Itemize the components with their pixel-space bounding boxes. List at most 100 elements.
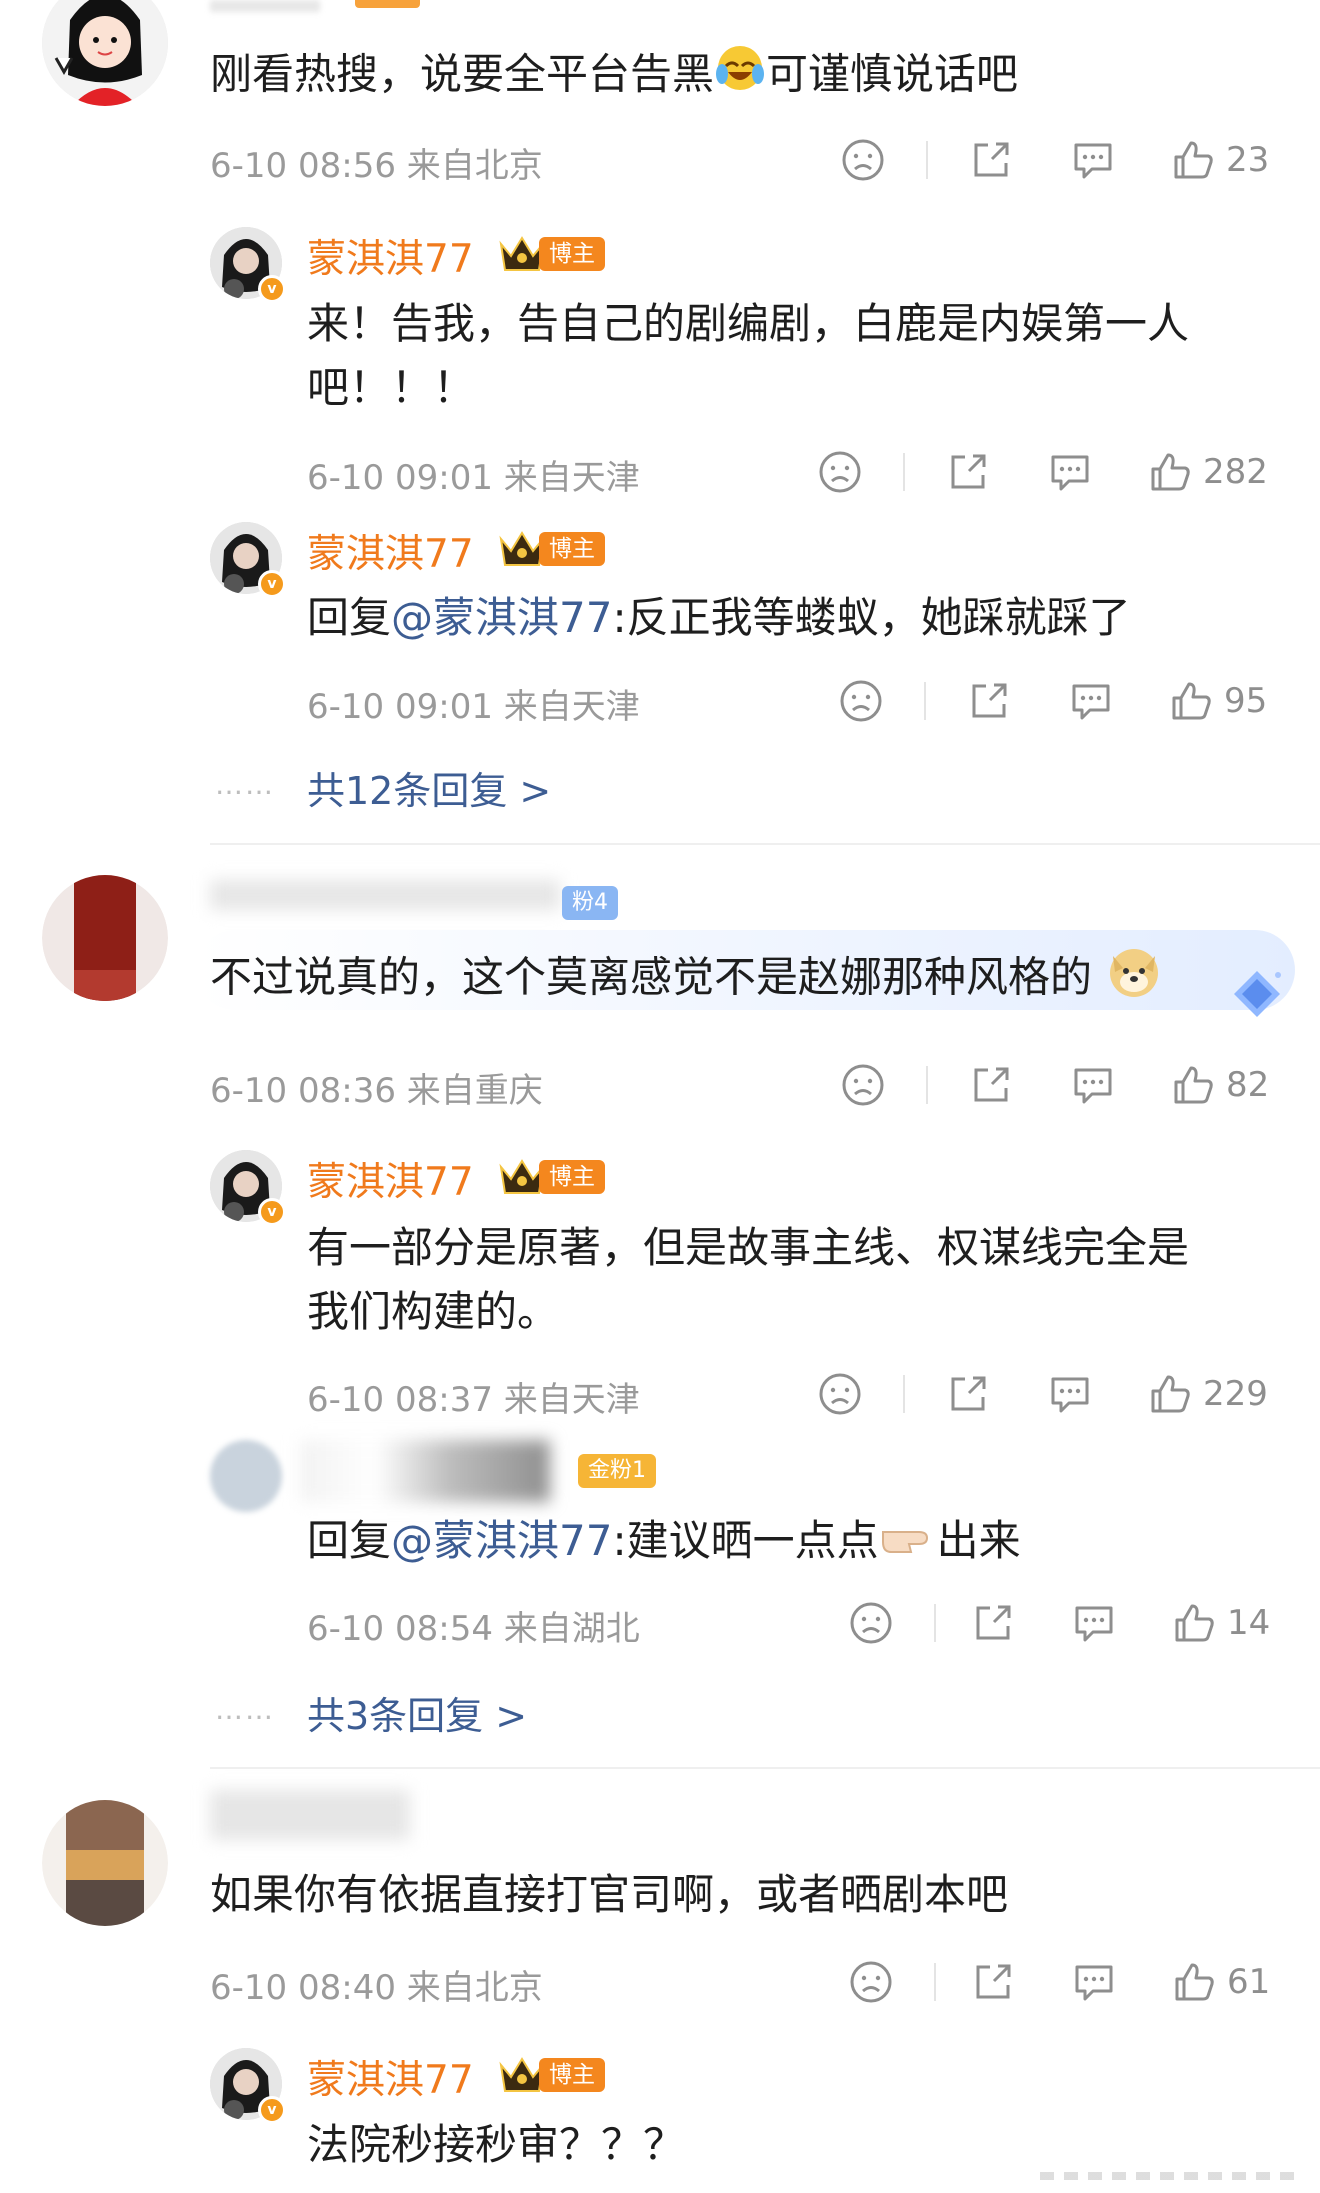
reply-text: 有一部分是原著，但是故事主线、权谋线完全是 我们构建的。 <box>307 1216 1189 1344</box>
reply-prefix: 回复 <box>307 593 392 642</box>
comment-time: 6-10 08:40 <box>210 1968 396 2008</box>
view-more-replies-link[interactable]: 共3条回复 > <box>307 1685 527 1740</box>
dislike-button[interactable] <box>848 1595 894 1651</box>
divider <box>924 682 926 720</box>
comment-text-part: 如果你有依据直接打官司啊，或者晒剧本吧 <box>210 1870 1009 1919</box>
like-button[interactable]: 82 <box>1170 1057 1269 1113</box>
like-button[interactable]: 14 <box>1171 1595 1270 1651</box>
reply-location: 来自天津 <box>503 458 640 498</box>
reply-username[interactable]: 蒙淇淇77 <box>307 2049 474 2105</box>
watermark <box>1040 2172 1300 2180</box>
dislike-button[interactable] <box>840 132 886 188</box>
avatar[interactable] <box>42 1800 168 1926</box>
reply-meta: 6-10 08:54 来自湖北 <box>307 1601 640 1650</box>
mention-link[interactable]: @蒙淇淇77 <box>391 1516 612 1565</box>
comment-text: 不过说真的，这个莫离感觉不是赵娜那种风格的 <box>210 942 1163 1018</box>
like-count: 282 <box>1203 452 1268 492</box>
reply-actions: 95 <box>828 673 1280 729</box>
comment-icon <box>1051 455 1089 491</box>
like-button[interactable]: 229 <box>1147 1366 1268 1422</box>
like-icon <box>1172 682 1211 720</box>
comment-icon <box>1075 1606 1113 1642</box>
share-icon <box>974 142 1009 177</box>
comment-actions: 61 <box>838 1954 1280 2010</box>
blogger-badge: 博主 <box>539 237 605 271</box>
divider <box>926 141 928 179</box>
pointing-hand-emoji <box>879 1512 937 1576</box>
comment-actions: 23 <box>830 132 1280 188</box>
like-icon <box>1151 1375 1190 1413</box>
like-count: 14 <box>1227 1603 1271 1643</box>
dislike-button[interactable] <box>817 1366 863 1422</box>
like-count: 23 <box>1226 140 1270 180</box>
reply-text-body: :反正我等蝼蚁，她踩就踩了 <box>612 593 1131 642</box>
share-button[interactable] <box>970 1954 1016 2010</box>
frown-icon <box>850 1602 892 1644</box>
avatar[interactable] <box>42 875 168 1001</box>
share-icon <box>974 1067 1009 1102</box>
like-count: 95 <box>1224 681 1268 721</box>
diamond-icon <box>1234 971 1281 1017</box>
comment-icon <box>1051 1377 1089 1413</box>
reply-text-body: 法院秒接秒审？？？ <box>307 2120 686 2169</box>
comment-text-part: 可谨慎说话吧 <box>766 49 1019 99</box>
like-icon <box>1175 1963 1214 2001</box>
share-icon <box>951 1376 986 1411</box>
like-count: 61 <box>1227 1962 1271 2002</box>
blogger-badge: 博主 <box>539 532 605 566</box>
reply-username[interactable]: 蒙淇淇77 <box>307 523 474 579</box>
reply-time: 6-10 09:01 <box>307 458 493 498</box>
like-button[interactable]: 23 <box>1170 132 1269 188</box>
share-icon <box>972 683 1007 718</box>
blurred-username <box>210 1790 410 1840</box>
reply-username[interactable]: 蒙淇淇77 <box>307 1151 474 1207</box>
doge-emoji <box>1105 942 1163 1018</box>
avatar[interactable] <box>42 0 168 106</box>
comment-button[interactable] <box>1070 1057 1116 1113</box>
comment-button[interactable] <box>1047 444 1093 500</box>
comment-location: 来自北京 <box>406 146 543 186</box>
like-button[interactable]: 282 <box>1147 444 1268 500</box>
comment-time: 6-10 08:56 <box>210 146 396 186</box>
frown-icon <box>840 680 882 722</box>
share-button[interactable] <box>966 673 1012 729</box>
dislike-button[interactable] <box>848 1954 894 2010</box>
more-dots: …… <box>215 1693 275 1726</box>
divider <box>903 453 905 491</box>
comment-icon <box>1074 1068 1112 1104</box>
more-dots: …… <box>215 768 275 801</box>
avatar[interactable] <box>210 1440 282 1512</box>
reply-text: 回复@蒙淇淇77:反正我等蝼蚁，她踩就踩了 <box>307 586 1131 650</box>
reply-username[interactable]: 蒙淇淇77 <box>307 228 474 284</box>
reply-time: 6-10 08:37 <box>307 1380 493 1420</box>
reply-prefix: 回复 <box>307 1516 392 1565</box>
laugh-cry-emoji <box>714 42 766 112</box>
reply-text-line: 有一部分是原著，但是故事主线、权谋线完全是 <box>307 1223 1190 1272</box>
share-button[interactable] <box>968 132 1014 188</box>
comment-button[interactable] <box>1071 1954 1117 2010</box>
dislike-button[interactable] <box>840 1057 886 1113</box>
comment-text-part: 不过说真的，这个莫离感觉不是赵娜那种风格的 <box>210 952 1093 1002</box>
like-button[interactable]: 61 <box>1171 1954 1270 2010</box>
frown-icon <box>842 1064 884 1106</box>
comment-time: 6-10 08:36 <box>210 1071 396 1111</box>
comment-icon <box>1072 684 1110 720</box>
reply-text: 回复@蒙淇淇77:建议晒一点点 出来 <box>307 1509 1021 1576</box>
share-button[interactable] <box>970 1595 1016 1651</box>
comment-meta: 6-10 08:36 来自重庆 <box>210 1063 543 1112</box>
dislike-button[interactable] <box>838 673 884 729</box>
comment-button[interactable] <box>1070 132 1116 188</box>
reply-location: 来自天津 <box>503 687 640 727</box>
mention-link[interactable]: @蒙淇淇77 <box>391 593 612 642</box>
view-more-replies-link[interactable]: 共12条回复 > <box>307 760 551 815</box>
share-button[interactable] <box>945 444 991 500</box>
comment-button[interactable] <box>1071 1595 1117 1651</box>
dislike-button[interactable] <box>817 444 863 500</box>
comment-button[interactable] <box>1068 673 1114 729</box>
share-button[interactable] <box>945 1366 991 1422</box>
comment-divider <box>210 1767 1320 1769</box>
comment-button[interactable] <box>1047 1366 1093 1422</box>
share-button[interactable] <box>968 1057 1014 1113</box>
reply-text-body: 出来 <box>936 1516 1021 1565</box>
like-button[interactable]: 95 <box>1168 673 1267 729</box>
